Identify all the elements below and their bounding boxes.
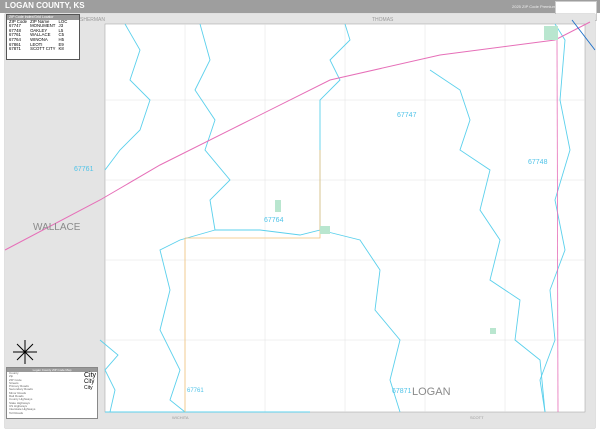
county-label-logan: LOGAN <box>412 386 451 398</box>
neighbor-label-thomas: THOMAS <box>372 17 394 23</box>
zip-label: 67747 <box>397 112 417 119</box>
zip-label: 67748 <box>528 159 548 166</box>
map-legend: Logan County ZIP Code Map County Zip ZIP C… <box>6 367 98 419</box>
zip-code-index-table: ZIP Code Index/Grid Locator ZIP Code ZIP … <box>6 14 80 60</box>
table-row: 67871 SCOTT CITY K8 <box>9 46 64 52</box>
county-label-wallace: WALLACE <box>33 222 81 233</box>
zip-label: 67761 <box>74 166 94 173</box>
neighbor-label-scott: SCOTT <box>470 415 484 420</box>
zip-label: 67871 <box>392 388 412 395</box>
wallace-county-area <box>5 14 105 428</box>
neighbor-label-wichita: WICHITA <box>172 415 189 420</box>
neighbor-label-sherman: SHERMAN <box>80 17 106 23</box>
zip-label: 67764 <box>264 217 284 224</box>
zip-label: 67761 <box>187 388 204 394</box>
